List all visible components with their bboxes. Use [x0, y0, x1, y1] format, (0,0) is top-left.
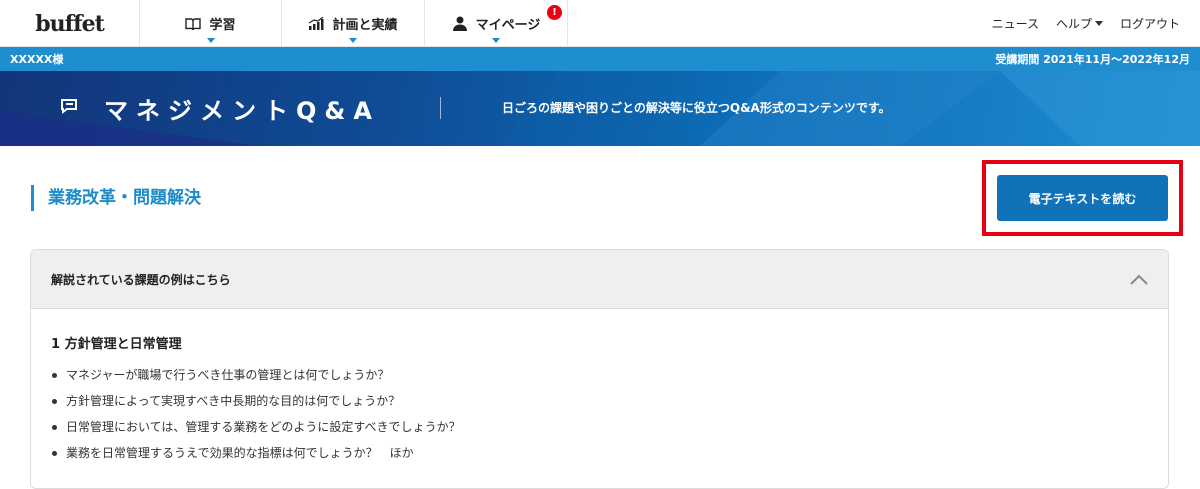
logo[interactable]: buffet	[0, 0, 140, 47]
chat-icon	[60, 98, 80, 120]
accordion-body: 1 方針管理と日常管理 マネジャーが職場で行うべき仕事の管理とは何でしょうか？ …	[31, 309, 1168, 472]
question-list: マネジャーが職場で行うべき仕事の管理とは何でしょうか？ 方針管理によって実現すべ…	[51, 368, 1148, 472]
title-divider	[440, 97, 441, 119]
notification-badge: !	[547, 5, 562, 20]
logout-link[interactable]: ログアウト	[1120, 15, 1180, 32]
page-description: 日ごろの課題や困りごとの解決等に役立つQ&A形式のコンテンツです。	[502, 101, 891, 115]
list-item: 方針管理によって実現すべき中長期的な目的は何でしょうか？	[51, 394, 1148, 420]
tab-learning[interactable]: 学習	[140, 0, 282, 47]
user-name: XXXXX様	[10, 53, 64, 66]
hero-banner: マネジメントQ&A 日ごろの課題や困りごとの解決等に役立つQ&A形式のコンテンツ…	[0, 71, 1200, 146]
chevron-down-icon	[206, 38, 215, 43]
book-icon	[185, 17, 202, 31]
accordion-header[interactable]: 解説されている課題の例はこちら	[31, 250, 1168, 309]
section-title: 業務改革・問題解決	[31, 185, 201, 211]
chevron-up-icon[interactable]	[1130, 270, 1148, 289]
list-item: 業務を日常管理するうえで効果的な指標は何でしょうか？ ほか	[51, 446, 1148, 472]
topic-heading: 1 方針管理と日常管理	[51, 337, 182, 352]
logo-text: buffet	[35, 10, 104, 37]
tab-mypage-label: マイページ	[475, 18, 541, 33]
header-links: ニュース ヘルプ ログアウト	[992, 0, 1180, 47]
tab-plan-results-label: 計画と実績	[332, 18, 398, 33]
user-bar: XXXXX様 受講期間 2021年11月～2022年12月	[0, 47, 1200, 71]
bar-chart-icon	[308, 16, 324, 31]
page-title: マネジメントQ&A	[104, 97, 380, 125]
chevron-down-icon	[492, 38, 500, 43]
caret-down-icon	[1094, 21, 1103, 26]
person-icon	[452, 16, 468, 31]
help-link-label: ヘルプ	[1055, 17, 1092, 31]
chevron-down-icon	[349, 38, 357, 43]
top-navigation: buffet 学習 計画と実績 マイページ ! ニュース ヘルプ ログアウト	[0, 0, 1200, 47]
tab-learning-label: 学習	[209, 18, 236, 33]
list-item: マネジャーが職場で行うべき仕事の管理とは何でしょうか？	[51, 368, 1148, 394]
course-period: 受講期間 2021年11月～2022年12月	[995, 53, 1190, 66]
help-menu[interactable]: ヘルプ	[1056, 15, 1103, 32]
list-item: 日常管理においては、管理する業務をどのように設定すべきでしょうか？	[51, 420, 1148, 446]
read-e-text-button[interactable]: 電子テキストを読む	[997, 175, 1168, 221]
news-link[interactable]: ニュース	[992, 15, 1039, 32]
examples-accordion: 解説されている課題の例はこちら 1 方針管理と日常管理 マネジャーが職場で行うべ…	[30, 249, 1169, 489]
tab-plan-results[interactable]: 計画と実績	[282, 0, 425, 47]
tab-mypage[interactable]: マイページ !	[425, 0, 568, 47]
accordion-header-label: 解説されている課題の例はこちら	[51, 272, 231, 287]
